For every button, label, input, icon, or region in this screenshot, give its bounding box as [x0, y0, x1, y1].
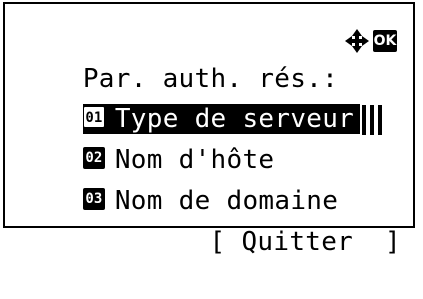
lcd-screen: Par. auth. rés.: OK 01 Type de serveur 02… — [3, 2, 415, 257]
quit-softkey-label: [ Quitter ] — [209, 227, 401, 257]
menu-item-number: 03 — [82, 187, 105, 210]
selection-tail — [362, 104, 385, 135]
menu-item-server-type[interactable]: 01 Type de serveur — [19, 62, 385, 135]
four-way-arrow-icon — [345, 29, 369, 53]
quit-softkey[interactable]: [ Quitter ] — [146, 185, 401, 257]
ok-key-icon: OK — [373, 30, 397, 52]
navigation-indicator: OK — [344, 28, 397, 54]
menu-item-domain-name[interactable]: 03 Nom de domaine — [19, 144, 338, 216]
menu-item-host-name[interactable]: 02 Nom d'hôte — [19, 103, 274, 175]
